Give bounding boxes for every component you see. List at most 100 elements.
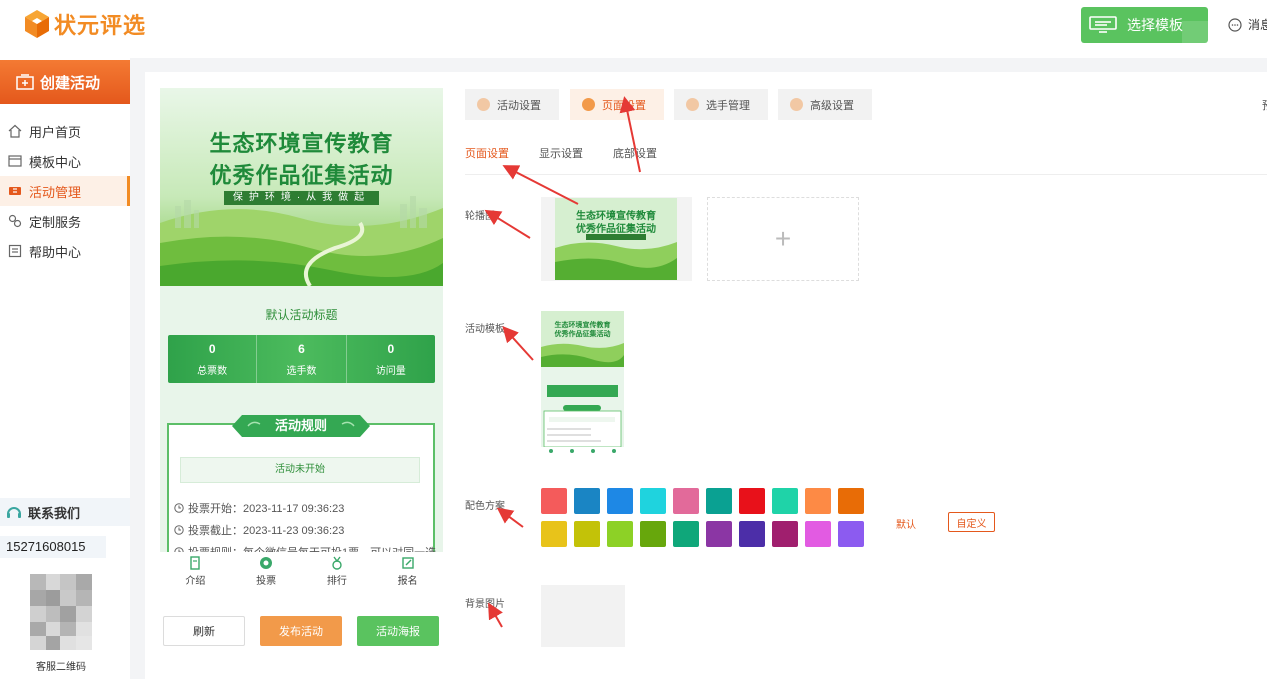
sidebar-item-activities[interactable]: 活动管理	[0, 176, 130, 206]
step-label: 高级设置	[810, 99, 854, 112]
mobile-preview: 生态环境宣传教育 优秀作品征集活动 保护环境·从我做起 默认活动标题 0 总票数…	[160, 88, 443, 552]
add-carousel-image-button[interactable]: +	[707, 197, 859, 281]
step-contestant-management[interactable]: 选手管理	[674, 89, 768, 120]
carousel-label: 轮播图	[465, 211, 495, 222]
tab-label: 介绍	[185, 575, 206, 587]
activity-poster-button[interactable]: 活动海报	[357, 616, 439, 646]
color-swatch[interactable]	[640, 521, 666, 547]
tab-label: 报名	[397, 575, 418, 587]
color-swatch[interactable]	[772, 488, 798, 514]
step-label: 页面设置	[602, 99, 646, 112]
sidebar-item-label: 定制服务	[29, 214, 82, 230]
create-activity-button[interactable]: 创建活动	[0, 60, 130, 104]
subtab-footer-settings[interactable]: 底部设置	[613, 145, 657, 161]
clock-icon	[174, 503, 184, 513]
subtab-display-settings[interactable]: 显示设置	[539, 145, 583, 161]
color-swatch[interactable]	[607, 521, 633, 547]
sidebar-item-label: 活动管理	[29, 184, 82, 200]
sidebar-item-templates[interactable]: 模板中心	[0, 146, 130, 176]
preview-stats: 0 总票数 6 选手数 0 访问量	[168, 335, 435, 383]
carousel-thumb-line2: 优秀作品征集活动	[576, 224, 656, 235]
logo-text: 状元评选	[54, 13, 147, 38]
step-advanced-settings[interactable]: 高级设置	[778, 89, 872, 120]
step-label: 活动设置	[497, 99, 541, 112]
tab-intro[interactable]: 介绍	[160, 552, 231, 590]
color-swatch[interactable]	[805, 488, 831, 514]
logo-cube-icon	[25, 10, 49, 38]
sidebar-item-home[interactable]: 用户首页	[0, 116, 130, 146]
refresh-button[interactable]: 刷新	[163, 616, 245, 646]
background-image-upload[interactable]	[541, 585, 625, 647]
sidebar-item-label: 用户首页	[29, 124, 82, 140]
template-label: 活动模板	[465, 324, 505, 335]
vote-icon	[260, 556, 273, 569]
palette-custom-button[interactable]: 自定义	[948, 512, 995, 532]
banner-subtitle: 保护环境·从我做起	[224, 191, 379, 205]
palette-default-link[interactable]: 默认	[896, 516, 916, 531]
color-swatch[interactable]	[574, 488, 600, 514]
chat-bubble-icon	[1228, 17, 1242, 32]
banner-title-line2: 优秀作品征集活动	[209, 163, 394, 188]
preview-activity-title: 默认活动标题	[265, 308, 338, 322]
contact-us: 联系我们	[0, 498, 130, 526]
select-template-button[interactable]: 选择模板	[1081, 7, 1208, 43]
rule-text: 投票截止：2023-11-23 09:36:23	[188, 525, 345, 537]
activity-status-text: 活动未开始	[275, 464, 325, 475]
color-swatch[interactable]	[706, 488, 732, 514]
messages-label: 消息	[1248, 18, 1267, 32]
select-template-label: 选择模板	[1127, 17, 1183, 33]
sidebar: 创建活动 用户首页 模板中心 活动管理 定制服务 帮助中心 联系我们 15271…	[0, 58, 130, 679]
rule-vote-end: 投票截止：2023-11-23 09:36:23	[174, 522, 344, 538]
tab-rank[interactable]: 排行	[302, 552, 373, 590]
template-icon	[1089, 16, 1117, 33]
color-swatch[interactable]	[706, 521, 732, 547]
color-swatch[interactable]	[607, 488, 633, 514]
color-swatch[interactable]	[838, 488, 864, 514]
rule-text: 投票开始：2023-11-17 09:36:23	[188, 503, 345, 515]
sidebar-nav: 用户首页 模板中心 活动管理 定制服务 帮助中心	[0, 116, 130, 266]
headset-icon	[7, 507, 21, 518]
publish-activity-button[interactable]: 发布活动	[260, 616, 342, 646]
sidebar-item-help[interactable]: 帮助中心	[0, 236, 130, 266]
color-swatch[interactable]	[673, 521, 699, 547]
sidebar-item-custom-service[interactable]: 定制服务	[0, 206, 130, 236]
sidebar-item-label: 模板中心	[29, 154, 82, 170]
color-swatch[interactable]	[838, 521, 864, 547]
contestant-icon	[686, 98, 699, 111]
sidebar-item-label: 帮助中心	[29, 244, 82, 260]
preview-banner: 生态环境宣传教育 优秀作品征集活动 保护环境·从我做起	[160, 88, 443, 286]
color-swatch[interactable]	[805, 521, 831, 547]
template-thumb-line1: 生态环境宣传教育	[554, 322, 611, 329]
create-activity-label: 创建活动	[40, 74, 101, 92]
color-swatch[interactable]	[541, 521, 567, 547]
contact-us-label: 联系我们	[28, 505, 81, 521]
preview-cut-text[interactable]: 预	[1262, 97, 1267, 113]
activity-template-thumbnail[interactable]: 生态环境宣传教育 优秀作品征集活动	[541, 311, 624, 456]
rank-icon	[332, 556, 342, 570]
subtab-page-settings[interactable]: 页面设置	[465, 145, 509, 161]
page-settings-icon	[582, 98, 595, 111]
messages-link[interactable]: 消息	[1228, 16, 1267, 33]
advanced-settings-icon	[790, 98, 803, 111]
color-swatch[interactable]	[541, 488, 567, 514]
contact-phone: 15271608015	[0, 536, 106, 558]
template-button-decoration	[1182, 21, 1208, 43]
carousel-thumb-line1: 生态环境宣传教育	[576, 211, 656, 222]
template-thumb-line2: 优秀作品征集活动	[554, 331, 611, 338]
tab-vote[interactable]: 投票	[231, 552, 302, 590]
color-swatch[interactable]	[640, 488, 666, 514]
color-swatch[interactable]	[673, 488, 699, 514]
color-swatch[interactable]	[739, 488, 765, 514]
tab-signup[interactable]: 报名	[372, 552, 443, 590]
tab-label: 投票	[256, 575, 277, 587]
step-page-settings[interactable]: 页面设置	[570, 89, 664, 120]
color-swatch[interactable]	[739, 521, 765, 547]
carousel-image-thumb: 生态环境宣传教育 优秀作品征集活动	[555, 198, 677, 280]
color-swatch[interactable]	[772, 521, 798, 547]
carousel-image[interactable]: 生态环境宣传教育 优秀作品征集活动	[541, 197, 692, 281]
logo[interactable]: 状元评选	[24, 8, 146, 40]
step-activity-settings[interactable]: 活动设置	[465, 89, 559, 120]
color-swatch[interactable]	[574, 521, 600, 547]
rule-text: 投票规则：每个微信号每天可投1票，可以对同一选	[188, 544, 436, 552]
signup-icon	[401, 556, 414, 569]
